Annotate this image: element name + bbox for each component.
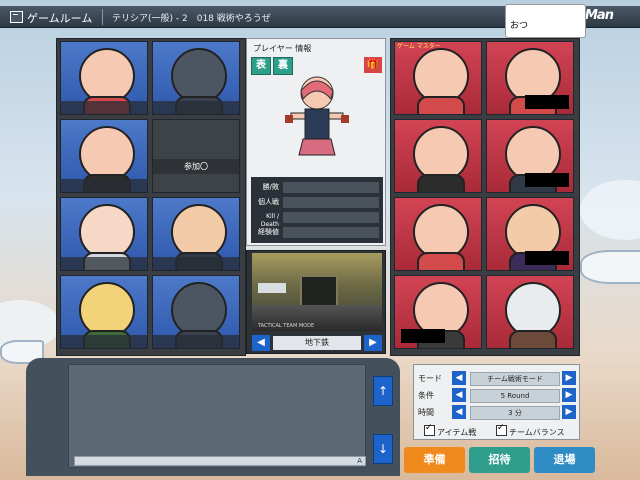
kill-death-value xyxy=(283,212,379,223)
individual-value xyxy=(283,197,379,208)
experience-label: 経験値 xyxy=(258,228,279,236)
item-battle-checkbox[interactable]: アイテム戦 xyxy=(424,423,477,437)
map-preview: TACTICAL TEAM MODE xyxy=(252,253,382,331)
player-nameplate xyxy=(61,101,147,114)
map-mode-caption: TACTICAL TEAM MODE xyxy=(258,323,315,329)
redacted-player-name xyxy=(525,95,569,109)
time-setting: 時間 ◀ 3 分 ▶ xyxy=(418,405,578,420)
player-info-header: プレイヤー 情報 xyxy=(253,44,312,53)
chat-bubble: おつ xyxy=(505,4,586,38)
background-airship xyxy=(580,250,640,284)
checkbox-checked-icon xyxy=(496,423,507,436)
logo-fragment: Man xyxy=(585,8,614,23)
condition-setting: 条件 ◀ 5 Round ▶ xyxy=(418,388,578,403)
individual-label: 個人戦 xyxy=(258,198,279,206)
team-balance-checkbox[interactable]: チームバランス xyxy=(496,423,565,437)
mode-next-button[interactable]: ▶ xyxy=(562,371,576,385)
player-nameplate xyxy=(61,335,147,348)
stat-row-kill-death: Kill / Death xyxy=(251,211,383,228)
red-player-slot-1[interactable]: ゲーム マスター xyxy=(394,41,482,115)
time-label: 時間 xyxy=(418,408,434,417)
game-settings-panel: モード ◀ チーム戦術モード ▶ 条件 ◀ 5 Round ▶ 時間 ◀ 3 分… xyxy=(413,364,580,440)
blue-player-slot-8[interactable] xyxy=(152,275,240,349)
chat-log[interactable] xyxy=(68,364,366,468)
blue-player-slot-4[interactable]: 参加〇 xyxy=(152,119,240,193)
stat-row-individual: 個人戦 xyxy=(251,196,383,210)
time-next-button[interactable]: ▶ xyxy=(562,405,576,419)
room-info: テリシア(一般) - 2 018 戦術やろうぜ xyxy=(112,14,271,24)
red-player-slot-3[interactable] xyxy=(394,119,482,193)
red-player-slot-7[interactable] xyxy=(394,275,482,349)
gift-icon[interactable]: 🎁 xyxy=(364,57,382,73)
checkbox-checked-icon xyxy=(424,423,435,436)
time-value: 3 分 xyxy=(470,406,560,420)
redacted-player-name xyxy=(525,173,569,187)
player-info-panel: プレイヤー 情報 表 裏 🎁 勝/敗 個人戦 Kill / Death 経験値 xyxy=(246,38,386,246)
chat-bubble-text: おつ xyxy=(510,21,529,31)
mode-prev-button[interactable]: ◀ xyxy=(452,371,466,385)
background-cloud xyxy=(580,180,640,240)
join-open-label: 参加〇 xyxy=(153,159,239,174)
invite-button[interactable]: 招待 xyxy=(469,447,530,473)
experience-value xyxy=(283,227,379,238)
blue-team-panel: 参加〇 xyxy=(56,38,246,356)
map-name: 地下鉄 xyxy=(273,336,361,350)
player-nameplate xyxy=(61,179,147,192)
red-player-slot-8[interactable] xyxy=(486,275,574,349)
map-preview-sign xyxy=(258,283,286,293)
map-prev-button[interactable]: ◀ xyxy=(252,335,270,351)
chat-input-value: A xyxy=(357,457,362,465)
condition-prev-button[interactable]: ◀ xyxy=(452,388,466,402)
win-loss-value xyxy=(283,182,379,193)
blue-player-slot-5[interactable] xyxy=(60,197,148,271)
stat-row-win-loss: 勝/敗 xyxy=(251,181,383,195)
chat-scroll-down-button[interactable]: ↓ xyxy=(373,434,393,464)
player-nameplate xyxy=(153,257,239,270)
win-loss-label: 勝/敗 xyxy=(262,183,279,191)
player-avatar-body xyxy=(417,252,465,270)
mode-setting: モード ◀ チーム戦術モード ▶ xyxy=(418,371,578,386)
stat-row-experience: 経験値 xyxy=(251,226,383,240)
ready-button[interactable]: 準備 xyxy=(404,447,465,473)
player-stats: 勝/敗 個人戦 Kill / Death 経験値 xyxy=(251,177,383,243)
map-next-button[interactable]: ▶ xyxy=(364,335,382,351)
mode-label: モード xyxy=(418,374,442,383)
front-view-button[interactable]: 表 xyxy=(251,57,271,75)
mode-value: チーム戦術モード xyxy=(470,372,560,386)
blue-player-slot-7[interactable] xyxy=(60,275,148,349)
blue-player-slot-6[interactable] xyxy=(152,197,240,271)
exit-button[interactable]: 退場 xyxy=(534,447,595,473)
title-separator xyxy=(102,9,103,25)
red-player-slot-5[interactable] xyxy=(394,197,482,271)
player-nameplate xyxy=(61,257,147,270)
player-avatar-body xyxy=(509,330,557,348)
item-battle-label: アイテム戦 xyxy=(437,428,477,437)
player-avatar-body xyxy=(417,96,465,114)
map-preview-tunnel xyxy=(300,275,338,309)
red-player-slot-4[interactable] xyxy=(486,119,574,193)
blue-player-slot-1[interactable] xyxy=(60,41,148,115)
chat-input[interactable]: A xyxy=(74,456,366,466)
window-title: ゲームルーム xyxy=(27,12,93,25)
red-team-panel: ゲーム マスター xyxy=(390,38,580,356)
blue-player-slot-2[interactable] xyxy=(152,41,240,115)
player-nameplate xyxy=(153,101,239,114)
window-icon xyxy=(10,11,23,23)
redacted-player-name xyxy=(525,251,569,265)
condition-next-button[interactable]: ▶ xyxy=(562,388,576,402)
condition-value: 5 Round xyxy=(470,389,560,403)
condition-label: 条件 xyxy=(418,391,434,400)
chat-scroll-up-button[interactable]: ↑ xyxy=(373,376,393,406)
redacted-player-name xyxy=(401,329,445,343)
red-player-slot-2[interactable] xyxy=(486,41,574,115)
map-panel: TACTICAL TEAM MODE ◀ 地下鉄 ▶ xyxy=(246,250,386,354)
blue-player-slot-3[interactable] xyxy=(60,119,148,193)
player-nameplate xyxy=(153,335,239,348)
player-avatar-body xyxy=(417,174,465,192)
team-balance-label: チームバランス xyxy=(509,428,565,437)
red-player-slot-6[interactable] xyxy=(486,197,574,271)
time-prev-button[interactable]: ◀ xyxy=(452,405,466,419)
